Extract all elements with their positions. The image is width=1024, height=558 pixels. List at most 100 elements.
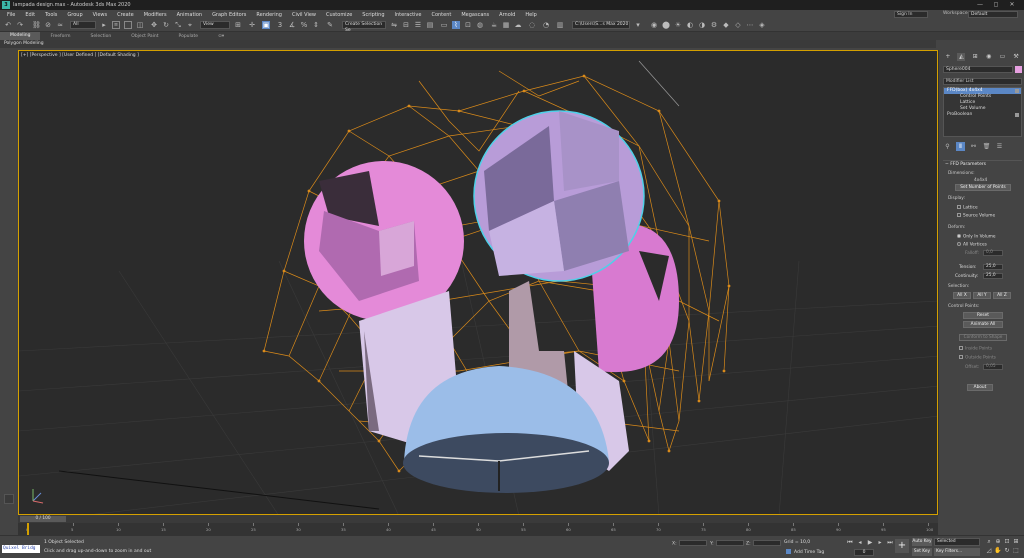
arnold-render-view-icon[interactable]: ◈ (758, 21, 766, 29)
ribbon-options-icon[interactable]: ⊙▾ (208, 34, 234, 39)
utilities-panel-icon[interactable]: ⚒ (1012, 53, 1020, 61)
arnold-shader-icon[interactable]: ◑ (698, 21, 706, 29)
pivot-center-icon[interactable]: ⊞ (234, 21, 242, 29)
animate-all-button[interactable]: Animate All (963, 321, 1003, 328)
keyboard-shortcut-override-icon[interactable]: ▣ (262, 21, 270, 29)
menu-group[interactable]: Group (62, 12, 87, 18)
project-folder-icon[interactable]: ▥ (556, 21, 564, 29)
bind-space-warp-icon[interactable]: ≈ (56, 21, 64, 29)
menu-views[interactable]: Views (88, 12, 112, 18)
percent-snap-icon[interactable]: % (300, 21, 308, 29)
time-slider[interactable]: 0 / 100 (18, 515, 938, 523)
all-vertices-radio[interactable]: All Vertices (957, 242, 987, 248)
sign-in-dropdown[interactable]: Sign In (894, 11, 928, 18)
field-of-view-icon[interactable]: ◿ (985, 547, 993, 555)
eye-icon[interactable] (1015, 89, 1019, 93)
modify-panel-icon[interactable]: ◭ (957, 53, 966, 61)
about-button[interactable]: About (967, 384, 993, 391)
menu-civil-view[interactable]: Civil View (287, 12, 321, 18)
open-render-icon[interactable]: ◔ (542, 21, 550, 29)
link-icon[interactable]: ⛓ (32, 21, 41, 29)
perspective-viewport[interactable]: [+] [Perspective ] [User Defined ] [Defa… (18, 50, 938, 515)
workspace-dropdown[interactable]: Default (968, 11, 1018, 18)
select-and-move-icon[interactable]: ✥ (150, 21, 158, 29)
spinner-snap-icon[interactable]: ⇕ (312, 21, 320, 29)
redo-icon[interactable]: ↷ (16, 21, 24, 29)
toggle-scene-explorer-icon[interactable]: ☰ (414, 21, 422, 29)
menu-tools[interactable]: Tools (40, 12, 62, 18)
create-panel-icon[interactable]: + (944, 53, 952, 61)
time-slider-thumb[interactable]: 0 / 100 (20, 516, 66, 522)
continuity-spinner[interactable]: 25,0 (983, 273, 1003, 279)
go-to-start-icon[interactable]: ⏮ (846, 539, 854, 547)
tension-spinner[interactable]: 25,0 (983, 264, 1003, 270)
material-editor-icon[interactable]: ◍ (476, 21, 484, 29)
arnold-toolbar-icon[interactable]: ⋯ (746, 21, 754, 29)
zoom-icon[interactable]: ⌕ (985, 538, 993, 546)
object-color-swatch[interactable] (1015, 66, 1022, 73)
pin-stack-icon[interactable]: ⚲ (943, 142, 952, 151)
show-end-result-icon[interactable]: Ⅱ (956, 142, 965, 151)
edit-named-selection-icon[interactable]: ✎ (326, 21, 334, 29)
undo-icon[interactable]: ↶ (4, 21, 12, 29)
maximize-button[interactable]: ◻ (988, 0, 1004, 10)
conform-to-shape-button[interactable]: Conform to Shape (959, 334, 1007, 341)
align-icon[interactable]: ⊟ (402, 21, 410, 29)
menu-animation[interactable]: Animation (172, 12, 208, 18)
display-panel-icon[interactable]: ▭ (998, 53, 1006, 61)
arnold-settings-icon[interactable]: ⚙ (710, 21, 718, 29)
play-icon[interactable]: ▶ (866, 539, 874, 547)
render-setup-icon[interactable]: ☕ (490, 21, 498, 29)
app-logo-icon[interactable]: 3 (2, 1, 10, 9)
window-crossing-icon[interactable]: ◫ (136, 21, 144, 29)
menu-scripting[interactable]: Scripting (357, 12, 389, 18)
menu-megascans[interactable]: Megascans (456, 12, 494, 18)
zoom-extents-icon[interactable]: ⊡ (1003, 538, 1011, 546)
tab-freeform[interactable]: Freeform (40, 34, 80, 39)
select-by-name-icon[interactable]: ≡ (112, 21, 120, 29)
reset-button[interactable]: Reset (963, 312, 1003, 319)
stack-item-proboolean[interactable]: ProBoolean (944, 112, 1021, 118)
rectangular-selection-icon[interactable] (124, 21, 132, 29)
set-key-button[interactable]: Set Key (912, 548, 932, 556)
polygon-modeling-label[interactable]: Polygon Modeling (4, 41, 44, 46)
snaps-toggle-icon[interactable]: 3 (276, 21, 284, 29)
viewport-layout-button[interactable] (4, 494, 14, 504)
object-name-field[interactable]: Sphere004 (943, 66, 1013, 73)
previous-frame-icon[interactable]: ◂ (856, 539, 864, 547)
menu-file[interactable]: File (2, 12, 20, 18)
configure-modifier-sets-icon[interactable]: ☰ (995, 142, 1004, 151)
tab-modeling[interactable]: Modeling (0, 32, 41, 40)
menu-arnold[interactable]: Arnold (494, 12, 520, 18)
tab-object-paint[interactable]: Object Paint (121, 34, 168, 39)
current-frame-field[interactable]: 0 (854, 549, 874, 556)
arnold-light-icon[interactable]: ☀ (674, 21, 682, 29)
make-unique-icon[interactable]: ⚯ (969, 142, 978, 151)
falloff-spinner[interactable]: 0,0 (983, 250, 1003, 256)
z-coordinate[interactable]: Z: (746, 540, 781, 547)
zoom-all-icon[interactable]: ⊕ (994, 538, 1002, 546)
menu-interactive[interactable]: Interactive (390, 12, 427, 18)
arnold-render-icon[interactable]: ◉ (650, 21, 658, 29)
lattice-checkbox[interactable]: Lattice (957, 205, 978, 211)
inside-points-checkbox[interactable]: Inside Points (959, 346, 992, 352)
menu-edit[interactable]: Edit (20, 12, 40, 18)
key-filters-button[interactable]: Key Filters... (934, 548, 980, 556)
arnold-log-icon[interactable]: ◆ (722, 21, 730, 29)
hierarchy-panel-icon[interactable]: ⊞ (971, 53, 979, 61)
tab-selection[interactable]: Selection (81, 34, 122, 39)
curve-editor-icon[interactable]: ⌇ (452, 21, 460, 29)
outside-points-checkbox[interactable]: Outside Points (959, 355, 996, 361)
x-coordinate[interactable]: X: (672, 540, 707, 547)
render-production-icon[interactable]: ☁ (514, 21, 522, 29)
orbit-icon[interactable]: ↻ (1003, 547, 1011, 555)
selection-filter-dropdown[interactable]: All (70, 21, 96, 29)
key-selection-dropdown[interactable]: Selected (934, 538, 980, 546)
select-and-scale-icon[interactable]: ⤡ (174, 21, 182, 29)
close-button[interactable]: ✕ (1004, 0, 1020, 10)
menu-modifiers[interactable]: Modifiers (139, 12, 172, 18)
menu-content[interactable]: Content (426, 12, 456, 18)
select-object-icon[interactable]: ▸ (100, 21, 108, 29)
select-manipulate-icon[interactable]: ✛ (248, 21, 256, 29)
menu-customize[interactable]: Customize (321, 12, 357, 18)
